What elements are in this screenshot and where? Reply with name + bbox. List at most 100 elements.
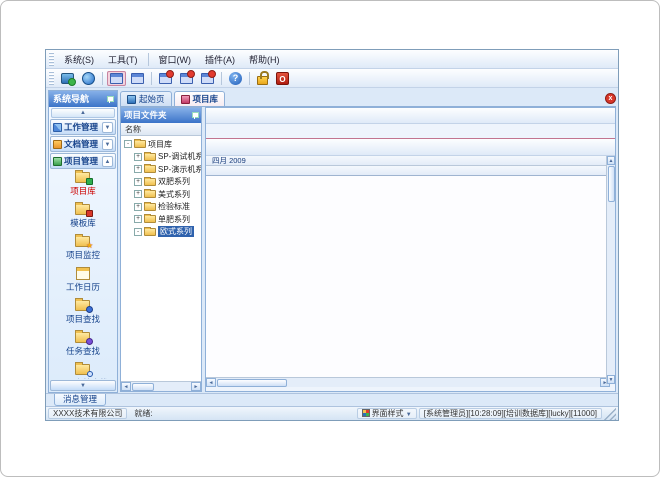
sidebar-item-label: 项目查找 [50,313,116,325]
scroll-down-button[interactable]: ▼ [607,375,615,384]
chevron-icon[interactable]: ▲ [102,156,113,167]
world-button[interactable] [79,70,98,87]
expand-toggle[interactable]: + [134,165,142,173]
remote-desktop-button[interactable] [58,71,77,86]
tree-node-检验标准[interactable]: +检验标准 [121,201,201,214]
sidebar-item-模板库[interactable]: 模板库 [50,201,116,232]
tree-node-单肥系列[interactable]: +单肥系列 [121,213,201,226]
bdg-red-icon [73,201,93,217]
menubar-grip[interactable] [49,52,54,66]
menu-item-3[interactable]: 窗口(W) [152,51,199,68]
tree-node-SP-演示机系[interactable]: +SP-演示机系 [121,163,201,176]
scroll-right-button[interactable]: ► [191,382,201,391]
scroll-left-button[interactable]: ◄ [206,378,216,387]
bdg-users-icon [73,329,93,345]
tree-node-SP-调试机系[interactable]: +SP-调试机系 [121,151,201,164]
sec-page-icon [53,157,62,166]
menu-item-2[interactable]: 工具(T) [101,51,145,68]
resize-grip[interactable] [604,408,616,420]
sidebar-collapse-button[interactable]: ▲ [51,108,115,118]
expand-toggle[interactable]: + [134,178,142,186]
scroll-thumb[interactable] [132,383,154,391]
style-button[interactable]: 界面样式 ▼ [357,408,417,419]
tree-node-美式系列[interactable]: +美式系列 [121,188,201,201]
tree-column-header[interactable]: 名称 [121,123,201,136]
chevron-icon[interactable]: ▼ [102,139,113,150]
window-badge-2-button[interactable] [177,71,196,86]
menu-separator [148,53,149,66]
folder-icon [144,165,156,173]
pin-icon[interactable] [106,96,113,103]
doc-tab-项目库[interactable]: 项目库 [174,91,226,106]
expand-toggle[interactable]: + [134,190,142,198]
expand-toggle[interactable]: + [134,215,142,223]
logout-button[interactable] [273,70,292,87]
folder-icon [144,153,156,161]
logout-icon [276,72,289,85]
sec-grid-icon [53,123,62,132]
sidebar-more-section[interactable]: ▼ [50,380,116,391]
gantt-toolbar [206,139,615,156]
window-plain-button[interactable] [128,71,147,86]
status-company: XXXX技术有限公司 [48,408,127,419]
doc-tab-label: 项目库 [193,93,219,105]
gantt-panel: 四月 2009 ◄ ► ▲ ▼ [205,107,616,392]
sidebar-section-3[interactable]: 项目管理▲ [50,153,116,169]
window-badge-1-button[interactable] [156,71,175,86]
sidebar-item-任务查找[interactable]: 任务查找 [50,329,116,360]
lock-button[interactable] [254,70,271,87]
sidebar-section-1[interactable]: 工作管理▼ [50,119,116,135]
folder-icon [134,140,146,148]
sidebar-header: 系统导航 [49,91,117,107]
toolbar-grip[interactable] [49,71,54,85]
scroll-thumb[interactable] [217,379,287,387]
folder-icon [144,228,156,236]
scroll-thumb[interactable] [608,166,615,202]
main-toolbar [46,69,618,88]
menu-bar: 系统(S)工具(T) 窗口(W)插件(A)帮助(H) [46,50,618,69]
tree-node-label: 双肥系列 [158,176,190,187]
sidebar-item-项目查找[interactable]: 项目查找 [50,297,116,328]
help-icon [229,72,242,85]
window-folder-button[interactable] [107,71,126,86]
help-button[interactable] [226,70,245,87]
world-icon [82,72,95,85]
dti-home-icon [127,95,136,104]
menu-item-5[interactable]: 帮助(H) [242,51,287,68]
calendar-icon [73,265,93,281]
sidebar-item-工作日历[interactable]: 工作日历 [50,265,116,296]
sidebar-item-项目库[interactable]: 项目库 [50,169,116,200]
sidebar-section-2[interactable]: 文档管理▼ [50,136,116,152]
document-tabs: 起始页 项目库 x [120,90,616,107]
sidebar-item-项目文档查找[interactable]: 项目文档查找 [50,361,116,379]
expand-toggle[interactable]: + [134,153,142,161]
scroll-left-button[interactable]: ◄ [121,382,131,391]
menu-item-4[interactable]: 插件(A) [198,51,242,68]
expand-toggle[interactable]: + [134,203,142,211]
menu-item-1[interactable]: 系统(S) [57,51,101,68]
window-badge-1-icon [159,73,172,84]
pin-icon[interactable] [191,112,198,119]
window-folder-icon [110,73,123,84]
window-badge-3-button[interactable] [198,71,217,86]
gantt-hscrollbar[interactable]: ◄ ► [206,377,610,387]
expand-toggle[interactable]: - [134,228,142,236]
expand-toggle[interactable]: - [124,140,132,148]
messages-tab[interactable]: 消息管理 [54,394,106,406]
tree-hscrollbar[interactable]: ◄ ► [121,381,201,391]
scroll-up-button[interactable]: ▲ [607,156,615,165]
tree-node-双肥系列[interactable]: + 双肥系列 [121,176,201,189]
close-tab-button[interactable]: x [605,93,616,104]
tree-node-欧式系列[interactable]: -欧式系列 [121,226,201,239]
chevron-icon[interactable]: ▼ [102,122,113,133]
doc-tab-起始页[interactable]: 起始页 [120,91,172,106]
detail-tabs [206,124,615,139]
sidebar-item-项目监控[interactable]: ★项目监控 [50,233,116,264]
sidebar-title: 系统导航 [53,91,89,107]
tree-node-项目库[interactable]: -项目库 [121,138,201,151]
toolbar-separator [151,72,152,85]
doc-tab-label: 起始页 [139,93,165,105]
filter-toolbar [206,108,615,124]
gantt-vscrollbar[interactable]: ▲ ▼ [606,156,615,384]
screenshot-canvas: 系统(S)工具(T) 窗口(W)插件(A)帮助(H) 系统导航 ▲ 工作管理▼文档… [0,0,660,477]
